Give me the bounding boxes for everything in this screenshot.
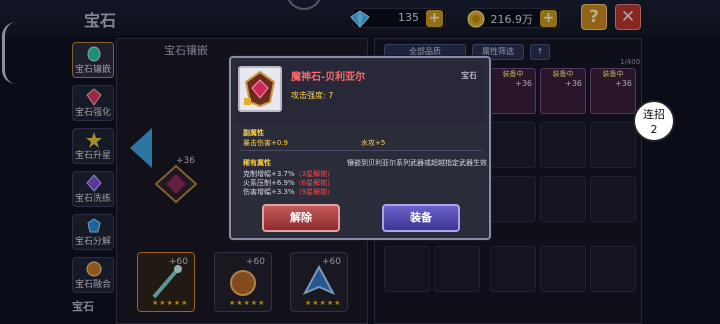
gem-detail-dialog: 魔神石-贝利亚尔 宝石 攻击强度: 7 副属性 暴击伤害+0.9 水攻+5 稀有… [229, 56, 491, 240]
rare-attribute-text: 克制增幅+3.7% [243, 170, 295, 178]
gem-portrait [238, 66, 282, 112]
sub-attribute: 暴击伤害+0.9 [243, 139, 288, 147]
demon-gem-icon [244, 70, 276, 108]
rare-attribute-title: 稀有属性 [243, 159, 271, 167]
rare-attribute-note: 镶嵌到贝利亚尔系列武器或超越指定武器生效 [347, 159, 487, 167]
unlock-condition: （9星解锁） [294, 188, 335, 196]
equip-button[interactable]: 装备 [382, 204, 460, 232]
unlock-condition: （3星解锁） [294, 170, 335, 178]
section-divider [239, 150, 483, 151]
sub-attribute-title: 副属性 [243, 129, 264, 137]
unlock-condition: （6星解锁） [294, 179, 335, 187]
rare-attribute-text: 伤害增幅+3.3% [243, 188, 295, 196]
gem-name: 魔神石-贝利亚尔 [291, 72, 366, 83]
combo-label: 连招 [643, 108, 665, 121]
combo-indicator[interactable]: 连招 2 [633, 100, 675, 142]
gem-type: 宝石 [461, 71, 477, 80]
sub-attribute: 水攻+5 [361, 139, 386, 147]
remove-button[interactable]: 解除 [262, 204, 340, 232]
combo-count: 2 [650, 123, 658, 136]
attack-strength: 攻击强度: 7 [291, 91, 334, 100]
rare-attribute: 伤害增幅+3.3%（9星解锁） [243, 187, 334, 197]
rare-attribute-text: 火系压制+6.9% [243, 179, 295, 187]
